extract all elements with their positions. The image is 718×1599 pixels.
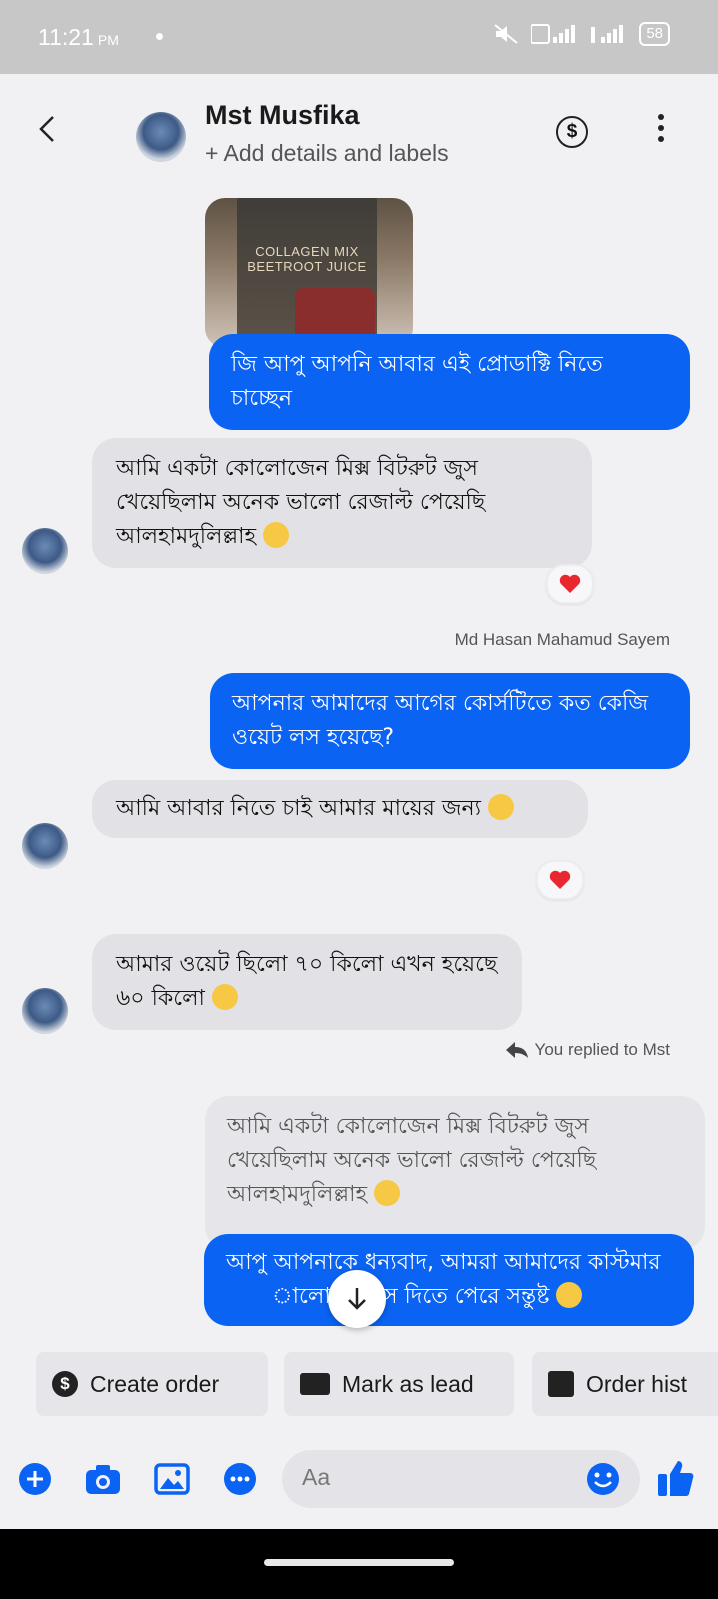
sender-avatar[interactable] (22, 988, 68, 1034)
quoted-message[interactable]: আমি একটা কোলোজেন মিক্স বিটরুট জুস খেয়েছ… (205, 1096, 705, 1250)
camera-icon[interactable] (84, 1462, 122, 1496)
smiling-halo-emoji-icon (211, 984, 238, 1010)
smiling-halo-emoji-icon (263, 522, 290, 548)
message-input[interactable]: Aa (282, 1450, 640, 1508)
emoji-icon[interactable] (586, 1462, 620, 1496)
status-ampm: PM (97, 32, 119, 48)
heart-icon (549, 870, 571, 889)
arrow-down-icon (348, 1288, 366, 1310)
heart-reaction[interactable] (546, 564, 594, 604)
message-incoming[interactable]: আমি আবার নিতে চাই আমার মায়ের জন্য (92, 780, 588, 838)
chip-label: Mark as lead (342, 1370, 474, 1397)
order-history-chip[interactable]: Order hist (532, 1352, 718, 1416)
id-card-icon (300, 1373, 330, 1395)
product-pouch: COLLAGEN MIX BEETROOT JUICE (237, 198, 377, 348)
message-text: আমি আবার নিতে চাই আমার মায়ের জন্য (116, 796, 482, 821)
dollar-icon: $ (52, 1371, 78, 1397)
like-icon[interactable] (656, 1458, 694, 1498)
create-order-chip[interactable]: $ Create order (36, 1352, 268, 1416)
heart-reaction[interactable] (536, 860, 584, 900)
list-icon (548, 1371, 574, 1397)
mark-as-lead-chip[interactable]: Mark as lead (284, 1352, 514, 1416)
add-details-link[interactable]: + Add details and labels (205, 140, 449, 167)
gallery-icon[interactable] (154, 1462, 190, 1496)
reply-indicator: You replied to Mst (505, 1040, 670, 1060)
reply-label: You replied to Mst (534, 1040, 670, 1059)
smiling-emoji-icon (556, 1282, 583, 1308)
more-icon[interactable] (222, 1462, 258, 1496)
message-composer: Aa (0, 1440, 718, 1520)
message-outgoing[interactable]: আপু আপনাকে ধন্যবাদ, আমরা আমাদের কাস্টমার… (204, 1234, 694, 1326)
status-bar: 11:21 PM 58 (0, 0, 718, 74)
quoted-text: আমি একটা কোলোজেন মিক্স বিটরুট জুস খেয়েছ… (227, 1114, 597, 1207)
system-nav-bar (0, 1529, 718, 1599)
message-text: জি আপু আপনি আবার এই প্রোডাক্টি নিতে চাচ্… (231, 352, 603, 411)
chip-label: Create order (90, 1370, 220, 1397)
message-outgoing[interactable]: জি আপু আপনি আবার এই প্রোডাক্টি নিতে চাচ্… (209, 334, 690, 430)
status-time: 11:21 PM (38, 24, 119, 51)
message-incoming[interactable]: আমি একটা কোলোজেন মিক্স বিটরুট জুস খেয়েছ… (92, 438, 592, 568)
pouch-line1: COLLAGEN MIX (255, 244, 359, 259)
sender-avatar[interactable] (22, 823, 68, 869)
reply-arrow-icon (505, 1042, 528, 1058)
more-options-icon[interactable] (658, 114, 666, 147)
pouch-label: COLLAGEN MIX BEETROOT JUICE (237, 244, 377, 274)
scroll-to-bottom-button[interactable] (328, 1270, 386, 1328)
contact-name[interactable]: Mst Musfika (205, 100, 360, 131)
status-time-value: 11:21 (38, 24, 94, 50)
contact-avatar[interactable] (136, 112, 186, 162)
product-photo[interactable]: COLLAGEN MIX BEETROOT JUICE (205, 198, 413, 348)
signal-icon (531, 24, 576, 44)
mute-icon (494, 24, 518, 44)
input-placeholder: Aa (302, 1464, 331, 1490)
message-outgoing[interactable]: আপনার আমাদের আগের কোর্সটিতে কত কেজি ওয়ে… (210, 673, 690, 769)
status-icons: 58 (493, 22, 670, 46)
message-text: আমার ওয়েট ছিলো ৭০ কিলো এখন হয়েছে ৬০ কি… (116, 952, 498, 1011)
battery-indicator: 58 (639, 22, 670, 46)
pouch-line2: BEETROOT JUICE (247, 259, 367, 274)
message-incoming[interactable]: আমার ওয়েট ছিলো ৭০ কিলো এখন হয়েছে ৬০ কি… (92, 934, 522, 1030)
message-text: আমি একটা কোলোজেন মিক্স বিটরুট জুস খেয়েছ… (116, 456, 486, 549)
smiling-hearts-emoji-icon (488, 794, 515, 820)
heart-icon (559, 574, 581, 593)
message-text-part2: ালো জিনিস দিতে পেরে সন্তুষ্ট (272, 1284, 550, 1309)
message-text: আপনার আমাদের আগের কোর্সটিতে কত কেজি ওয়ে… (232, 691, 649, 750)
quick-actions: $ Create order Mark as lead Order hist (0, 1352, 718, 1416)
plus-icon[interactable] (18, 1462, 52, 1496)
chat-header: Mst Musfika + Add details and labels $ (0, 74, 718, 186)
home-indicator[interactable] (264, 1559, 454, 1566)
back-arrow-icon[interactable] (38, 114, 56, 144)
smiling-halo-emoji-icon (374, 1180, 401, 1206)
signal-icon-2 (591, 25, 624, 43)
message-text-part1: আপু আপনাকে ধন্যবাদ, আমরা আমাদের কাস্টমার (226, 1250, 661, 1275)
sender-name-label: Md Hasan Mahamud Sayem (454, 630, 670, 649)
sender-avatar[interactable] (22, 528, 68, 574)
notification-dot-icon (156, 33, 163, 40)
chip-label: Order hist (586, 1370, 687, 1397)
payment-button[interactable]: $ (556, 116, 588, 148)
